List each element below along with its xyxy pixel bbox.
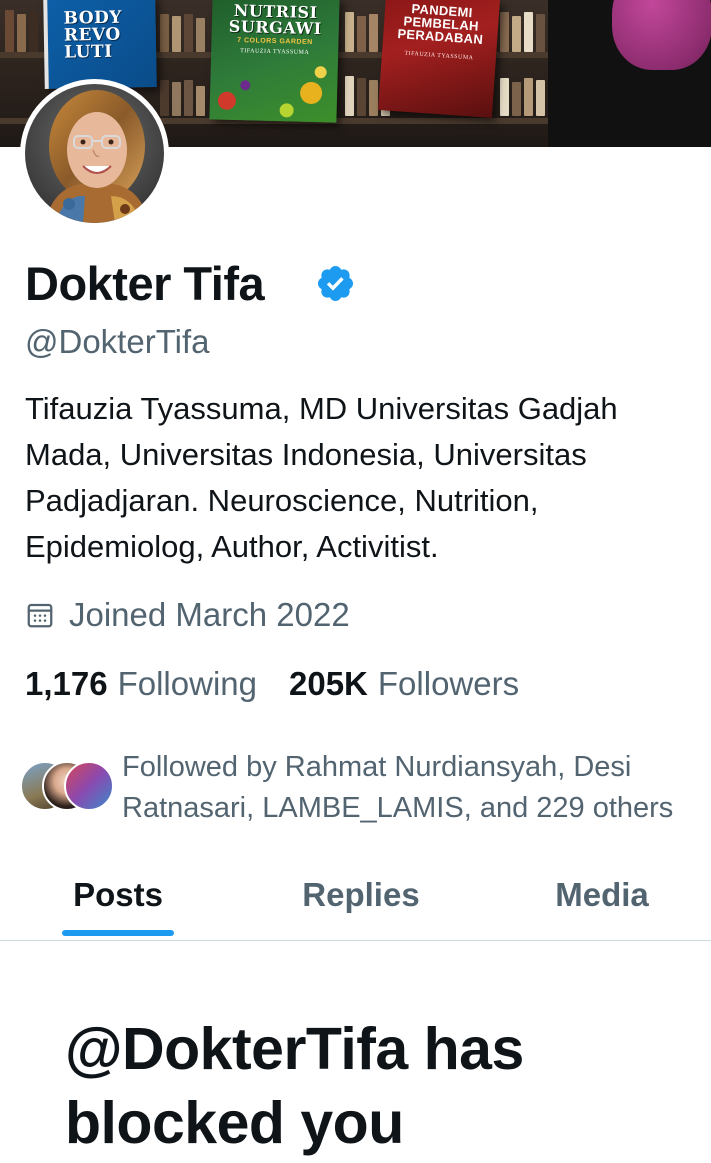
book-cover-body-revoluti: BODY REVO LUTI xyxy=(43,0,157,89)
profile-avatar[interactable] xyxy=(20,79,169,228)
fruit-decoration xyxy=(240,80,251,91)
blocked-notice-title: @DokterTifa has blocked you xyxy=(65,1016,524,1156)
shelf-spines xyxy=(160,14,205,52)
followers-count: 205K xyxy=(289,665,368,702)
tab-replies[interactable]: Replies xyxy=(236,850,486,940)
avatar-photo xyxy=(25,84,164,223)
fruit-decoration xyxy=(279,103,294,118)
fruit-decoration xyxy=(217,91,237,111)
shelf-spines xyxy=(500,78,545,116)
shelf-spines xyxy=(5,10,38,52)
book-title: BODY REVO LUTI xyxy=(63,7,123,63)
profile-tabs: Posts Replies Media xyxy=(0,850,711,941)
joined-date: Joined March 2022 xyxy=(25,592,350,638)
book-cover-nutrisi-surgawi: NUTRISI SURGAWI 7 COLORS GARDEN TIFAUZIA… xyxy=(209,0,340,123)
profile-handle: @DokterTifa xyxy=(25,323,210,360)
book-title: NUTRISI SURGAWI xyxy=(228,0,323,39)
avatar xyxy=(64,761,114,811)
following-link[interactable]: 1,176 Following xyxy=(25,665,257,703)
profile-stats: 1,176 Following 205K Followers xyxy=(25,660,551,708)
shelf-spines xyxy=(160,80,205,116)
shelf-spines xyxy=(345,12,378,52)
book-cover-pandemi-pembelah-peradaban: PANDEMI PEMBELAH PERADABAN TIFAUZIA TYAS… xyxy=(378,0,500,118)
verified-badge-icon[interactable] xyxy=(315,263,356,304)
joined-date-text: Joined March 2022 xyxy=(69,596,350,633)
book-author: TIFAUZIA TYASSUMA xyxy=(404,50,474,62)
book-author: TIFAUZIA TYASSUMA xyxy=(240,48,310,56)
banner-person-hijab xyxy=(612,0,711,70)
calendar-icon xyxy=(27,603,53,628)
fruit-decoration xyxy=(314,66,327,79)
book-subtitle: 7 COLORS GARDEN xyxy=(237,37,313,46)
followers-link[interactable]: 205K Followers xyxy=(289,665,519,703)
followed-by-text: Followed by Rahmat Nurdiansyah, Desi Rat… xyxy=(122,751,674,824)
followers-you-know[interactable]: Followed by Rahmat Nurdiansyah, Desi Rat… xyxy=(20,745,710,835)
tab-posts[interactable]: Posts xyxy=(0,850,236,940)
following-count: 1,176 xyxy=(25,665,108,702)
book-title: PANDEMI PEMBELAH PERADABAN xyxy=(396,0,484,48)
followers-label: Followers xyxy=(377,665,520,702)
following-label: Following xyxy=(117,665,257,702)
tab-media[interactable]: Media xyxy=(486,850,711,940)
profile-bio: Tifauzia Tyassuma, MD Universitas Gadjah… xyxy=(25,391,618,564)
active-tab-indicator xyxy=(62,930,174,936)
fruit-decoration xyxy=(299,81,323,105)
shelf-spines xyxy=(500,12,545,52)
mutual-avatars xyxy=(20,761,114,811)
display-name: Dokter Tifa xyxy=(25,257,265,310)
